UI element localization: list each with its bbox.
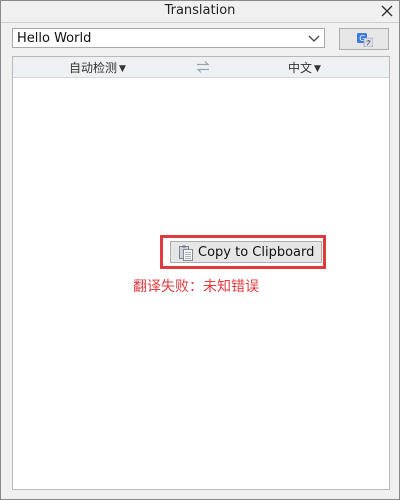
google-translate-icon: G [357, 33, 373, 47]
source-text-combo[interactable] [12, 28, 325, 48]
source-text-input[interactable] [17, 30, 297, 46]
close-icon [381, 5, 393, 17]
input-row: G [12, 28, 390, 50]
copy-to-clipboard-button[interactable]: Copy to Clipboard [170, 241, 322, 263]
swap-arrows-icon[interactable] [195, 60, 211, 74]
translation-window: Translation G 自动检测▼ [0, 0, 400, 500]
language-bar: 自动检测 ▼ 中文 ▼ [13, 57, 389, 78]
translate-button[interactable]: G [339, 28, 389, 50]
copy-button-label: Copy to Clipboard [198, 245, 315, 260]
target-language-selector[interactable]: 中文 ▼ [288, 59, 321, 76]
error-message: 翻译失败：未知错误 [133, 279, 259, 295]
close-button[interactable] [379, 3, 395, 19]
title-bar: Translation [1, 1, 399, 23]
window-title: Translation [164, 3, 236, 18]
source-language-label: 自动检测 [69, 61, 118, 75]
target-language-label: 中文 [288, 61, 313, 75]
clipboard-icon [179, 245, 193, 261]
result-panel: 自动检测 ▼ 中文 ▼ Copy to Clipboard 翻译失败：未知错误 [12, 56, 390, 490]
source-language-selector[interactable]: 自动检测 ▼ [69, 59, 126, 76]
chevron-down-icon[interactable] [308, 33, 320, 43]
dropdown-caret-icon: ▼ [314, 64, 321, 74]
dropdown-caret-icon: ▼ [119, 64, 126, 74]
